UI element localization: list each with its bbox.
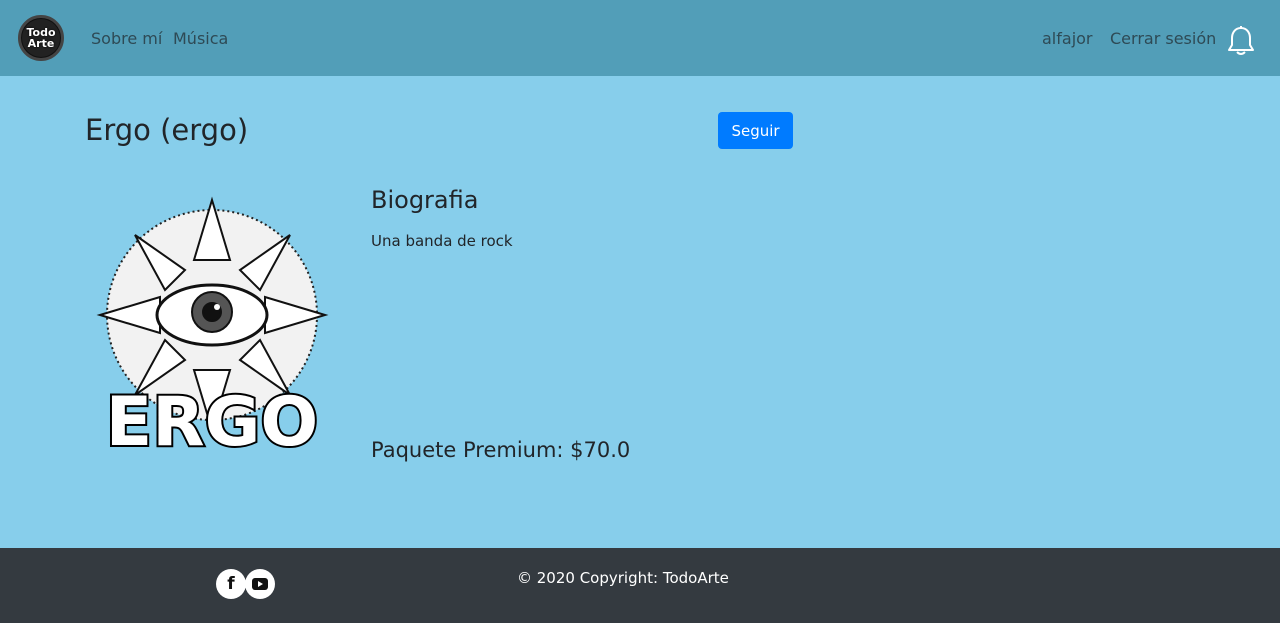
artwork-text: ERGO bbox=[106, 383, 318, 455]
logo-text-bottom: Arte bbox=[27, 37, 55, 50]
bio-heading: Biografia bbox=[371, 186, 479, 214]
nav-link-sobre-mi[interactable]: Sobre mí bbox=[91, 29, 162, 48]
bio-text: Una banda de rock bbox=[371, 232, 513, 250]
youtube-icon[interactable] bbox=[245, 569, 275, 599]
logout-link[interactable]: Cerrar sesión bbox=[1110, 29, 1216, 48]
copyright-text: © 2020 Copyright: TodoArte bbox=[517, 569, 729, 587]
facebook-icon[interactable]: f bbox=[216, 569, 246, 599]
facebook-glyph: f bbox=[227, 574, 235, 594]
logo-text: Todo Arte bbox=[22, 19, 60, 57]
nav-link-musica[interactable]: Música bbox=[173, 29, 228, 48]
premium-package: Paquete Premium: $70.0 bbox=[371, 438, 631, 462]
follow-button[interactable]: Seguir bbox=[718, 112, 793, 149]
artist-image: ERGO bbox=[90, 190, 335, 464]
bell-icon[interactable] bbox=[1226, 25, 1256, 57]
page-title: Ergo (ergo) bbox=[85, 113, 249, 147]
navbar: Todo Arte Sobre mí Música alfajor Cerrar… bbox=[0, 0, 1280, 76]
user-profile-link[interactable]: alfajor bbox=[1042, 29, 1093, 48]
todoarte-logo[interactable]: Todo Arte bbox=[18, 15, 64, 61]
youtube-glyph bbox=[252, 578, 268, 590]
